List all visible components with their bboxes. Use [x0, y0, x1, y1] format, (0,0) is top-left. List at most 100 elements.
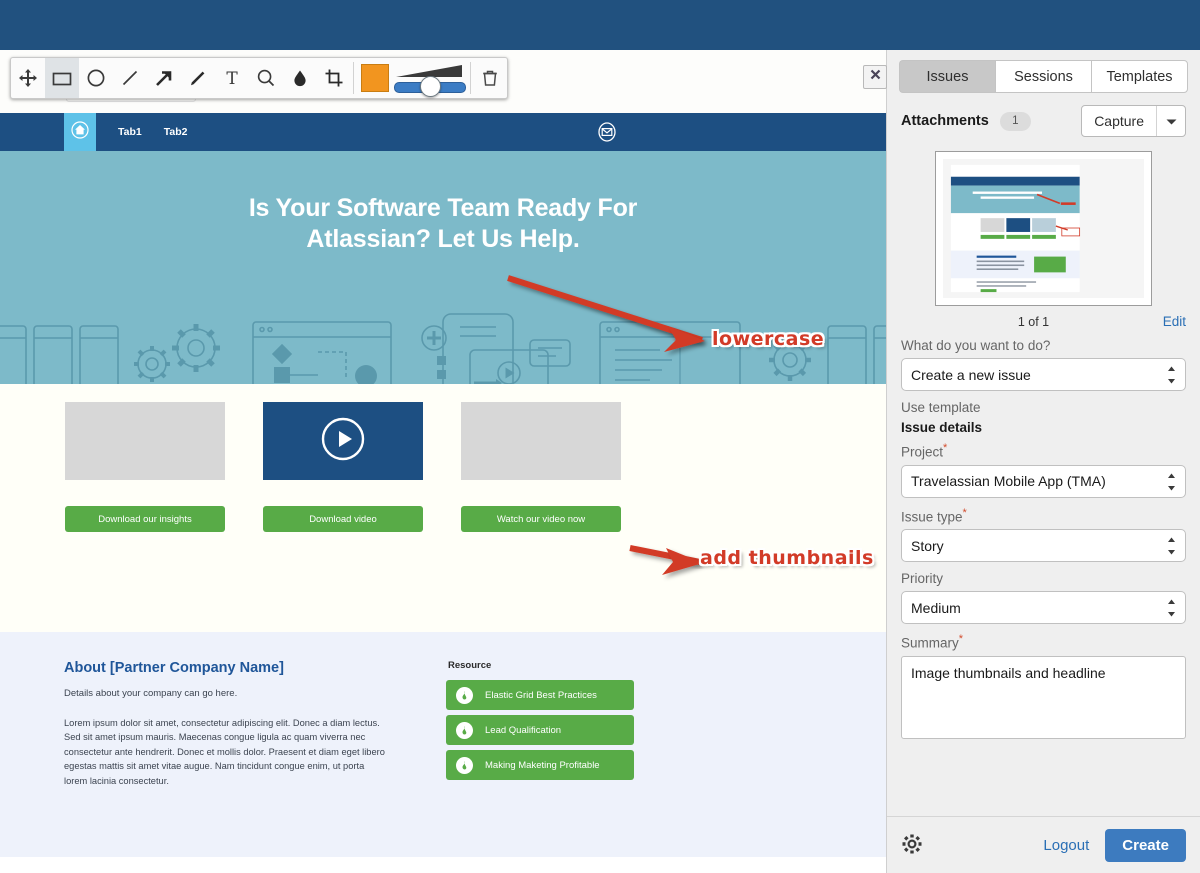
attachment-thumbnail[interactable] — [935, 151, 1152, 306]
action-select[interactable]: Create a new issue — [901, 358, 1186, 391]
close-button[interactable] — [863, 65, 887, 89]
action-field-label: What do you want to do? — [901, 338, 1186, 353]
thumbnail-mini-page — [943, 159, 1144, 298]
use-template-row: Use template Issue details — [887, 391, 1200, 435]
resources-heading: Resource — [448, 660, 491, 671]
toolbar-divider — [470, 62, 471, 94]
capture-button[interactable]: Capture — [1081, 105, 1186, 137]
select-arrows-icon — [1167, 473, 1176, 494]
project-label-text: Project — [901, 445, 943, 460]
attachments-count-badge: 1 — [1000, 112, 1031, 131]
card-1-image — [65, 402, 225, 480]
attachments-title: Attachments — [901, 113, 989, 129]
chevron-down-icon — [1166, 114, 1177, 129]
cards-section: Download our insights Download video Wat… — [0, 384, 886, 632]
resource-item-1-label: Elastic Grid Best Practices — [485, 690, 597, 701]
select-arrows-icon — [1167, 599, 1176, 620]
issue-type-field-label: Issue type* — [901, 507, 1186, 525]
resource-item-1[interactable]: Elastic Grid Best Practices — [446, 680, 634, 710]
app-root: PARTNER LOGO Tab1 Tab2 — [0, 0, 1200, 873]
resource-item-3-label: Making Maketing Profitable — [485, 760, 600, 771]
home-icon — [71, 121, 89, 144]
nav-home-button[interactable] — [64, 113, 96, 151]
delete-tool[interactable] — [473, 58, 507, 98]
attachments-row: Attachments 1 Capture — [887, 93, 1200, 137]
nav-mail-button[interactable] — [597, 122, 617, 147]
envelope-icon — [597, 129, 617, 146]
hero-title: Is Your Software Team Ready For Atlassia… — [0, 193, 886, 254]
pencil-tool[interactable] — [181, 58, 215, 98]
nav-tab-2[interactable]: Tab2 — [164, 126, 188, 138]
settings-button[interactable] — [901, 833, 923, 858]
ellipse-tool[interactable] — [79, 58, 113, 98]
summary-label-text: Summary — [901, 636, 959, 651]
capture-dropdown-toggle[interactable] — [1156, 106, 1185, 136]
rectangle-tool[interactable] — [45, 58, 79, 98]
line-tool[interactable] — [113, 58, 147, 98]
card-2-image — [263, 402, 423, 480]
priority-select[interactable]: Medium — [901, 591, 1186, 624]
page-navbar: Tab1 Tab2 — [0, 113, 886, 151]
captured-page: PARTNER LOGO Tab1 Tab2 — [0, 50, 886, 873]
resource-item-2-label: Lead Qualification — [485, 725, 561, 736]
tab-sessions[interactable]: Sessions — [995, 60, 1091, 93]
thickness-knob[interactable] — [420, 76, 441, 97]
resource-item-3[interactable]: Making Maketing Profitable — [446, 750, 634, 780]
annotation-toolbar: T — [10, 57, 508, 99]
logout-link[interactable]: Logout — [1043, 837, 1089, 854]
about-body-text: Lorem ipsum dolor sit amet, consectetur … — [64, 716, 389, 788]
move-tool[interactable] — [11, 58, 45, 98]
color-swatch[interactable] — [361, 64, 389, 92]
tab-templates[interactable]: Templates — [1091, 60, 1188, 93]
toolbar-divider — [353, 62, 354, 94]
thickness-slider[interactable] — [394, 63, 464, 93]
issue-type-field: Issue type* Story — [887, 498, 1200, 563]
card-3-button[interactable]: Watch our video now — [461, 506, 621, 532]
summary-textarea[interactable]: Image thumbnails and headline — [901, 656, 1186, 739]
nav-tab-1[interactable]: Tab1 — [118, 126, 142, 138]
crop-icon — [324, 68, 344, 88]
magnifier-icon — [256, 68, 276, 88]
circle-icon — [86, 68, 106, 88]
project-select[interactable]: Travelassian Mobile App (TMA) — [901, 465, 1186, 498]
resource-item-2[interactable]: Lead Qualification — [446, 715, 634, 745]
card-1-button[interactable]: Download our insights — [65, 506, 225, 532]
hero-banner: Is Your Software Team Ready For Atlassia… — [0, 151, 886, 384]
about-subtitle: Details about your company can go here. — [64, 688, 237, 699]
gear-icon — [901, 843, 923, 858]
project-select-value: Travelassian Mobile App (TMA) — [911, 473, 1106, 489]
select-arrows-icon — [1167, 366, 1176, 387]
pdf-icon — [456, 757, 473, 774]
card-3: Watch our video now — [461, 402, 621, 532]
issue-type-select[interactable]: Story — [901, 529, 1186, 562]
create-button[interactable]: Create — [1105, 829, 1186, 862]
text-tool[interactable]: T — [215, 58, 249, 98]
project-field-label: Project* — [901, 442, 1186, 460]
thumbnail-nav: 1 of 1 Edit — [887, 306, 1200, 329]
card-3-image — [461, 402, 621, 480]
card-1: Download our insights — [65, 402, 225, 532]
move-icon — [18, 68, 38, 88]
panel-footer: Logout Create — [887, 816, 1200, 873]
edit-attachment-link[interactable]: Edit — [1163, 314, 1186, 329]
use-template-label[interactable]: Use template — [901, 400, 1186, 415]
card-2-button[interactable]: Download video — [263, 506, 423, 532]
tab-issues[interactable]: Issues — [899, 60, 995, 93]
droplet-icon — [290, 68, 310, 88]
issue-type-label-text: Issue type — [901, 509, 963, 524]
play-icon — [320, 416, 366, 467]
project-field: Project* Travelassian Mobile App (TMA) — [887, 440, 1200, 498]
issue-panel: Issues Sessions Templates Attachments 1 … — [886, 50, 1200, 873]
about-heading: About [Partner Company Name] — [64, 660, 284, 676]
required-marker: * — [943, 442, 947, 454]
card-2: Download video — [263, 402, 423, 532]
pdf-icon — [456, 722, 473, 739]
summary-field: Summary* Image thumbnails and headline — [887, 624, 1200, 739]
arrow-tool[interactable] — [147, 58, 181, 98]
magnify-tool[interactable] — [249, 58, 283, 98]
crop-tool[interactable] — [317, 58, 351, 98]
priority-select-value: Medium — [911, 600, 961, 616]
attachment-index-label: 1 of 1 — [958, 315, 1049, 329]
blur-tool[interactable] — [283, 58, 317, 98]
line-icon — [120, 68, 140, 88]
